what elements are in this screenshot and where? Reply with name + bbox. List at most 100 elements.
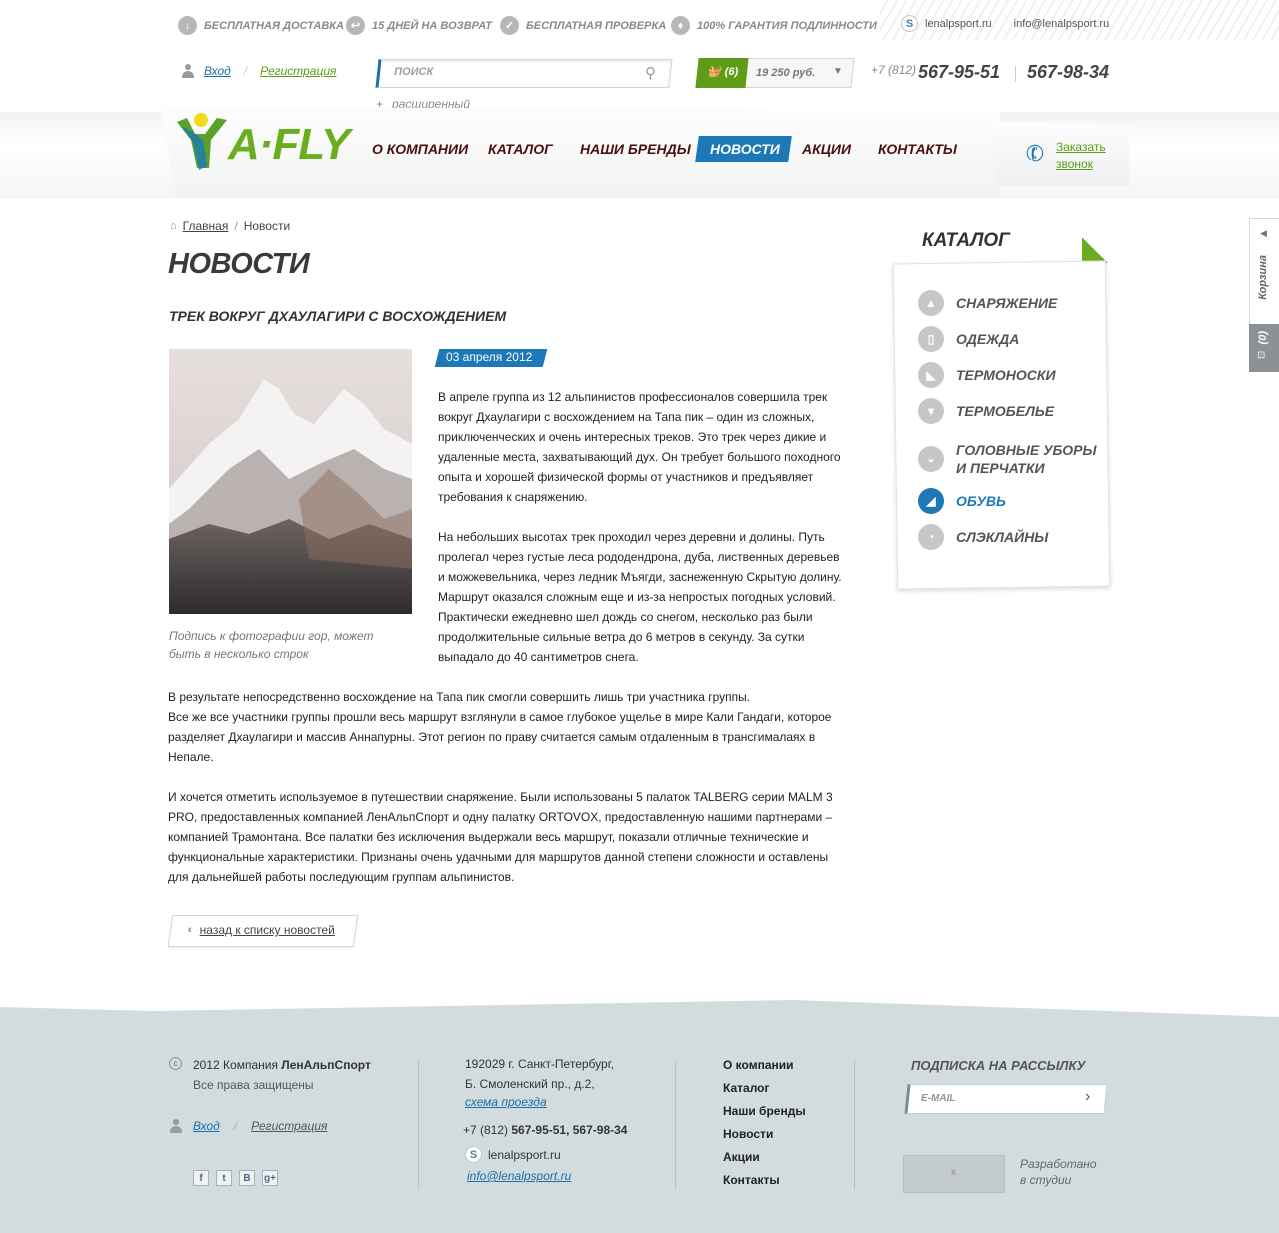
jacket-icon: ▯	[918, 326, 944, 352]
cart-total: 19 250 руб.	[756, 67, 816, 79]
footer-map-link[interactable]: схема проезда	[465, 1095, 547, 1109]
page-title: Новости	[168, 248, 310, 280]
article-para-1: В апреле группа из 12 альпинистов профес…	[438, 390, 841, 504]
shoe-icon: ◢	[918, 488, 944, 514]
tent-icon: ▲	[918, 290, 944, 316]
article-image	[169, 349, 412, 614]
hat-icon: ◒	[918, 446, 944, 472]
footer-nav-company[interactable]: О компании	[723, 1058, 794, 1072]
footer-nav-contacts[interactable]: Контакты	[723, 1173, 780, 1187]
login-link[interactable]: Вход	[204, 64, 231, 78]
catalog-item-thermosocks[interactable]: ◣ Термоноски	[918, 362, 1056, 388]
subscribe-email-input[interactable]	[921, 1093, 1072, 1104]
catalog-item-clothing[interactable]: ▯ Одежда	[918, 326, 1019, 352]
catalog-corner-decoration	[1082, 237, 1108, 263]
footer-register-link[interactable]: Регистрация	[251, 1119, 327, 1133]
register-link[interactable]: Регистрация	[260, 64, 336, 78]
catalog-item-equipment[interactable]: ▲ Снаряжение	[918, 290, 1057, 316]
search-input[interactable]	[394, 66, 635, 78]
phone-code: +7 (812)	[871, 63, 917, 77]
benefit-return: ↩ 15 дней на возврат	[346, 16, 492, 35]
footer-nav-brands[interactable]: Наши бренды	[723, 1104, 806, 1118]
subscribe-submit-arrow-icon[interactable]: ›	[1085, 1088, 1090, 1106]
nav-item-contacts[interactable]: Контакты	[878, 141, 957, 157]
twitter-icon[interactable]: t	[216, 1170, 232, 1186]
cart-count: (6)	[724, 65, 739, 78]
phone-number-1[interactable]: 567-95-51	[918, 62, 1000, 83]
nav-item-company[interactable]: О компании	[372, 141, 468, 157]
subscribe-email-field[interactable]	[904, 1084, 1108, 1114]
catalog-item-thermal-underwear[interactable]: ▾ Термобелье	[918, 398, 1054, 424]
nav-item-brands[interactable]: Наши бренды	[580, 141, 691, 157]
footer-auth: Вход / Регистрация	[169, 1119, 327, 1133]
article-para-4: И хочется отметить используемое в путеше…	[168, 790, 833, 884]
breadcrumb-home[interactable]: Главная	[183, 219, 229, 233]
header-auth: Вход / Регистрация	[181, 64, 336, 78]
article-title: Трек вокруг Дхаулагири с восхождением	[169, 308, 507, 324]
footer-phones: +7 (812) 567-95-51, 567-98-34	[463, 1123, 628, 1137]
google-plus-icon[interactable]: g+	[262, 1170, 278, 1186]
breadcrumb: ⌂ Главная / Новости	[170, 219, 290, 233]
slackline-icon: ◔	[918, 524, 944, 550]
image-caption-line2: быть в несколько строк	[169, 647, 309, 661]
download-arrow-icon: ↓	[178, 16, 197, 35]
article-para-2: На небольших высотах трек проходил через…	[438, 530, 842, 664]
footer-login-link[interactable]: Вход	[193, 1119, 220, 1133]
nav-item-catalog[interactable]: Каталог	[488, 141, 553, 157]
side-cart-count: (0)	[1257, 331, 1269, 345]
logo-figure-icon[interactable]	[173, 110, 231, 174]
side-cart-arrow-icon[interactable]: ◀	[1260, 228, 1267, 239]
search-field[interactable]	[375, 59, 673, 88]
catalog-item-slacklines[interactable]: ◔ Слэклайны	[918, 524, 1048, 550]
logo-text[interactable]: A·FLY	[228, 120, 350, 170]
callback-panel	[988, 122, 1129, 186]
footer	[0, 1000, 1279, 1233]
social-links: f t B g+	[193, 1170, 278, 1186]
footer-address-line1: 192029 г. Санкт-Петербург,	[465, 1057, 614, 1071]
phone-number-2[interactable]: 567-98-34	[1027, 62, 1109, 83]
skype-icon: S	[901, 15, 918, 32]
home-icon[interactable]: ⌂	[170, 220, 177, 232]
benefit-guarantee: ♦ 100% гарантия подлинности	[671, 16, 877, 35]
footer-nav-catalog[interactable]: Каталог	[723, 1081, 770, 1095]
thumbs-up-icon: ♦	[671, 16, 690, 35]
footer-user-icon	[169, 1119, 183, 1133]
benefit-delivery: ↓ Бесплатная доставка	[178, 16, 344, 35]
top-email[interactable]: info@lenalpsport.ru	[1014, 18, 1110, 30]
chevron-down-icon[interactable]: ▼	[833, 66, 843, 77]
studio-credit-line1: Разработано	[1020, 1157, 1097, 1171]
footer-skype-icon: S	[465, 1146, 482, 1163]
breadcrumb-separator: /	[234, 219, 238, 233]
phone-divider	[1015, 66, 1016, 82]
image-caption-line1: Подпись к фотографии гор, может	[169, 629, 374, 643]
side-cart-label[interactable]: Корзина	[1257, 255, 1269, 300]
checkmark-icon: ✓	[500, 16, 519, 35]
facebook-icon[interactable]: f	[193, 1170, 209, 1186]
catalog-title: Каталог	[922, 230, 1010, 251]
footer-separator-2	[675, 1060, 676, 1190]
footer-nav-promotions[interactable]: Акции	[723, 1150, 760, 1164]
footer-separator-1	[418, 1060, 419, 1190]
callback-link-line2[interactable]: звонок	[1056, 157, 1093, 171]
top-contacts: S lenalpsport.ru info@lenalpsport.ru	[901, 15, 1109, 32]
footer-nav-news[interactable]: Новости	[723, 1127, 773, 1141]
breadcrumb-current: Новости	[243, 219, 291, 233]
footer-email-link[interactable]: info@lenalpsport.ru	[467, 1169, 571, 1183]
side-basket-icon: ⊡	[1257, 350, 1266, 361]
catalog-item-hats-gloves[interactable]: ◒ Головные уборы и перчатки	[918, 441, 1097, 477]
catalog-item-footwear[interactable]: ◢ Обувь	[918, 488, 1006, 514]
basket-icon: 🧺	[707, 66, 721, 78]
cart-count-group[interactable]: 🧺 (6)	[707, 65, 739, 79]
nav-item-promotions[interactable]: Акции	[802, 141, 851, 157]
shirt-icon: ▾	[918, 398, 944, 424]
benefit-check: ✓ Бесплатная проверка	[500, 16, 666, 35]
vkontakte-icon[interactable]: B	[239, 1170, 255, 1186]
nav-item-news[interactable]: Новости	[710, 141, 780, 157]
callback-link-line1[interactable]: Заказать	[1056, 140, 1106, 154]
search-icon[interactable]: ⚲	[645, 64, 656, 82]
footer-skype: S lenalpsport.ru	[465, 1146, 561, 1163]
subscribe-title: Подписка на рассылку	[911, 1058, 1086, 1073]
skype-name[interactable]: lenalpsport.ru	[925, 18, 992, 30]
back-to-news-label[interactable]: ‹ назад к списку новостей	[188, 923, 335, 937]
article-date: 03 апреля 2012	[446, 350, 533, 364]
